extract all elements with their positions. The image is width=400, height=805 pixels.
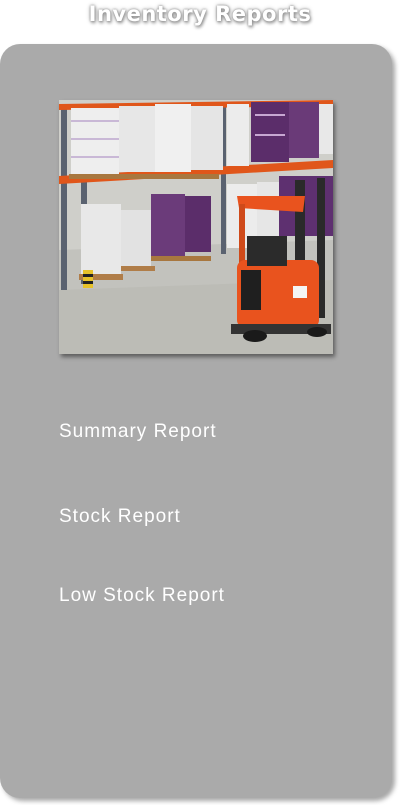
warehouse-image	[59, 100, 333, 354]
low-stock-report-link[interactable]: Low Stock Report	[59, 585, 225, 607]
page: Inventory Reports Summary Report Stock R…	[0, 0, 400, 805]
stock-report-link[interactable]: Stock Report	[59, 506, 181, 528]
page-title: Inventory Reports	[88, 2, 312, 26]
summary-report-link[interactable]: Summary Report	[59, 421, 217, 443]
reports-panel: Summary Report Stock Report Low Stock Re…	[0, 44, 392, 798]
warehouse-forklift-photo	[59, 100, 333, 354]
